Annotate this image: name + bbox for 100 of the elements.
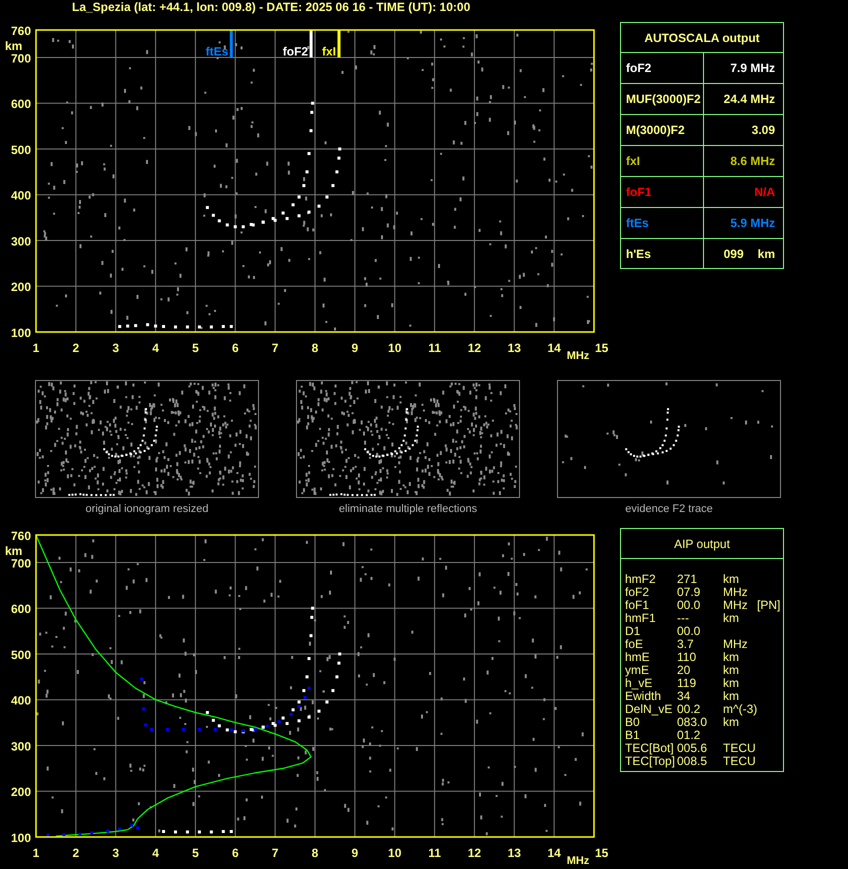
marker-label: foF2 xyxy=(282,44,308,58)
parameter-label: foF1 xyxy=(626,185,652,199)
parameter-unit: km xyxy=(723,690,740,703)
parameter-label: hmF2 xyxy=(625,573,657,586)
thumbnail-caption: evidence F2 trace xyxy=(625,503,713,515)
parameter-note: [PN] xyxy=(757,599,782,612)
parameter-unit: TECU xyxy=(723,755,757,768)
parameter-value: 271 xyxy=(677,573,698,586)
parameter-label: TEC[Top] xyxy=(625,755,676,768)
parameter-value: 00.0 xyxy=(677,599,702,612)
parameter-label: hmE xyxy=(625,651,651,664)
parameter-value: 24.4 MHz xyxy=(724,92,775,106)
parameter-value: 005.6 xyxy=(677,742,708,755)
parameter-label: MUF(3000)F2 xyxy=(626,92,701,106)
marker-label: ftEs xyxy=(206,44,228,58)
axis-tick-label: 14 xyxy=(547,846,561,860)
axis-tick-label: 300 xyxy=(10,739,31,754)
axis-tick-label: 600 xyxy=(10,97,31,112)
parameter-label: hmF1 xyxy=(625,612,657,625)
parameter-label: M(3000)F2 xyxy=(626,123,685,137)
axis-unit-label: km xyxy=(5,544,22,558)
parameter-label: DelN_vE xyxy=(625,703,674,716)
axis-tick-label: 5 xyxy=(192,846,199,860)
axis-tick-label: 400 xyxy=(10,694,31,708)
axis-tick-label: 11 xyxy=(428,341,441,355)
parameter-value: N/A xyxy=(754,185,775,199)
axis-tick-label: 200 xyxy=(10,785,31,800)
parameter-value: 5.9 MHz xyxy=(730,216,775,230)
parameter-value: 099 xyxy=(724,246,744,260)
table-title: AUTOSCALA output xyxy=(644,30,760,44)
axis-tick-label: 7 xyxy=(272,846,278,860)
parameter-label: TEC[Bot] xyxy=(625,742,675,755)
axis-unit-label: MHz xyxy=(566,350,590,362)
parameter-value: 8.6 MHz xyxy=(730,154,775,168)
table-title: AIP output xyxy=(674,536,730,550)
axis-tick-label: 700 xyxy=(10,51,31,66)
parameter-unit: TECU xyxy=(723,742,757,755)
parameter-value: 34 xyxy=(677,690,692,703)
axis-tick-label: 7 xyxy=(272,341,278,355)
parameter-unit: km xyxy=(723,664,740,677)
parameter-unit: MHz xyxy=(723,599,749,612)
axis-tick-label: 4 xyxy=(152,846,159,860)
axis-tick-label: 400 xyxy=(10,188,31,203)
axis-tick-label: 13 xyxy=(508,341,521,355)
axis-tick-label: 100 xyxy=(10,326,31,340)
axis-tick-label: 700 xyxy=(10,556,31,570)
parameter-label: Ewidth xyxy=(625,690,662,703)
parameter-unit: km xyxy=(723,716,739,729)
parameter-label: h_vE xyxy=(625,677,654,690)
axis-tick-label: 600 xyxy=(10,602,31,616)
axis-tick-label: 9 xyxy=(352,846,358,860)
axis-tick-label: 10 xyxy=(388,846,402,860)
parameter-label: ftEs xyxy=(626,216,649,230)
axis-tick-label: 8 xyxy=(312,341,318,355)
parameter-label: D1 xyxy=(625,625,642,638)
parameter-value: 008.5 xyxy=(677,755,708,768)
axis-tick-label: 15 xyxy=(595,341,608,355)
axis-tick-label: 500 xyxy=(10,648,31,662)
axis-tick-label: 12 xyxy=(468,341,482,355)
axis-tick-label: 1 xyxy=(32,341,40,355)
parameter-label: ymE xyxy=(625,664,650,677)
axis-tick-label: 300 xyxy=(10,234,31,248)
parameter-label: h'Es xyxy=(626,246,651,260)
axis-tick-label: 6 xyxy=(232,341,239,355)
parameter-unit: MHz xyxy=(723,586,749,599)
axis-tick-label: 10 xyxy=(388,341,402,355)
axis-tick-label: 11 xyxy=(428,846,441,860)
axis-tick-label: 4 xyxy=(152,341,159,355)
axis-tick-label: 13 xyxy=(508,846,521,860)
axis-tick-label: 200 xyxy=(10,280,31,294)
parameter-unit: m^(-3) xyxy=(723,703,757,716)
axis-tick-label: 3 xyxy=(112,846,120,860)
axis-tick-label: 9 xyxy=(352,341,358,355)
parameter-value: 00.0 xyxy=(677,625,702,638)
axis-tick-label: 500 xyxy=(10,142,31,157)
parameter-value: 110 xyxy=(677,651,698,664)
axis-unit-label: km xyxy=(5,39,22,53)
parameter-unit: km xyxy=(723,612,740,625)
parameter-label: B0 xyxy=(625,716,640,729)
axis-tick-label: 14 xyxy=(547,341,561,355)
parameter-value: 3.09 xyxy=(752,123,775,137)
parameter-unit: km xyxy=(723,573,740,586)
axis-tick-label: 6 xyxy=(232,846,239,860)
parameter-label: fxI xyxy=(626,154,640,168)
parameter-value: 3.7 xyxy=(677,638,695,651)
parameter-value: 083.0 xyxy=(677,716,708,729)
axis-tick-label: 3 xyxy=(112,341,120,355)
parameter-value: 7.9 MHz xyxy=(730,61,775,75)
axis-tick-label: 760 xyxy=(10,529,31,543)
parameter-label: foF2 xyxy=(625,586,650,599)
parameter-label: foE xyxy=(625,638,644,651)
axis-tick-label: 760 xyxy=(10,24,31,38)
axis-tick-label: 8 xyxy=(312,846,318,860)
parameter-label: foF2 xyxy=(626,61,652,75)
axis-tick-label: 12 xyxy=(468,846,482,860)
parameter-value: 119 xyxy=(677,677,698,690)
axis-tick-label: 15 xyxy=(595,846,608,860)
parameter-unit: km xyxy=(723,651,740,664)
parameter-value: 20 xyxy=(677,664,692,677)
axis-tick-label: 100 xyxy=(10,831,31,845)
